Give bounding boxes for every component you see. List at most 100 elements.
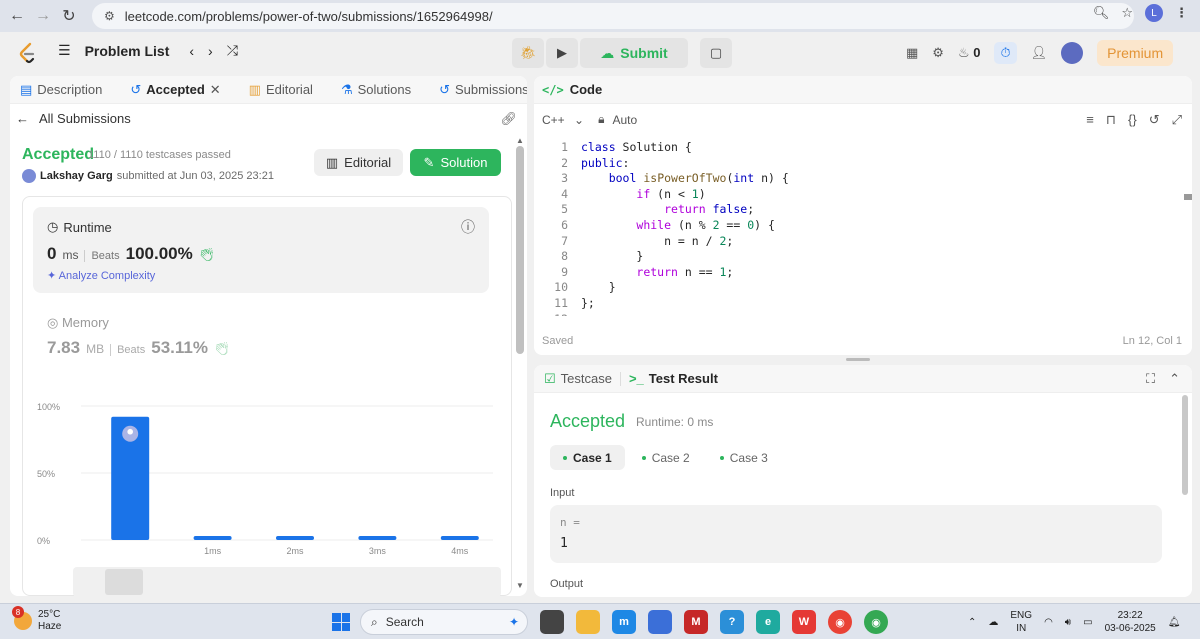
- x-tick-label: 1ms: [204, 546, 222, 556]
- runtime-card[interactable]: ◷ Runtime ⓘ 0 ms Beats 100.00% 👏︎ ✦ Anal…: [33, 207, 489, 293]
- address-bar[interactable]: ⚙ leetcode.com/problems/power-of-two/sub…: [92, 3, 1134, 29]
- battery-icon[interactable]: ▭: [1083, 617, 1092, 628]
- cloud-icon[interactable]: ☁: [988, 617, 998, 628]
- case-tab-3[interactable]: Case 3: [707, 445, 781, 470]
- code-line[interactable]: 8 }: [534, 249, 1174, 265]
- chart-scroll-handle[interactable]: [105, 569, 143, 595]
- notes-icon[interactable]: ▢: [700, 38, 732, 68]
- layout-icon[interactable]: ▦: [906, 45, 918, 61]
- flask-icon: ⚗: [340, 81, 353, 97]
- task-view-icon[interactable]: [540, 610, 564, 634]
- zoom-icon[interactable]: 🔍︎: [1093, 5, 1110, 21]
- windows-start-icon[interactable]: [332, 613, 350, 631]
- prev-problem-icon[interactable]: ‹: [189, 43, 194, 59]
- pass-dot: [641, 455, 646, 460]
- expand-icon[interactable]: ⛶: [1146, 371, 1155, 387]
- all-submissions-link[interactable]: ← All Submissions: [16, 111, 131, 126]
- bookmark-star-icon[interactable]: ☆: [1121, 5, 1133, 21]
- debug-icon[interactable]: 🐞︎: [512, 38, 544, 68]
- menu-dots-icon[interactable]: ⋮: [1175, 5, 1188, 21]
- link-icon[interactable]: 🔗︎: [500, 111, 517, 127]
- code-editor[interactable]: 1 class Solution {2 public: 3 bool isPowerO…: [534, 140, 1174, 316]
- memory-header[interactable]: ◎ Memory: [47, 315, 109, 331]
- language-indicator[interactable]: ENG IN: [1010, 609, 1032, 635]
- tab-testcase[interactable]: ☑ Testcase: [544, 371, 612, 387]
- shuffle-icon[interactable]: ⤮: [227, 42, 238, 59]
- close-icon[interactable]: ✕: [210, 82, 221, 98]
- language-select[interactable]: C++ ⌄: [542, 113, 584, 127]
- case-tab-1[interactable]: Case 1: [550, 445, 625, 470]
- user-avatar[interactable]: [1061, 42, 1084, 64]
- editorial-button[interactable]: ▥ Editorial: [314, 149, 403, 176]
- streak-counter[interactable]: ♨ 0: [958, 45, 981, 61]
- run-icon[interactable]: ▶: [546, 38, 578, 68]
- tab-label: Submissions: [454, 82, 527, 97]
- code-line[interactable]: 1 class Solution {: [534, 140, 1174, 156]
- premium-button[interactable]: Premium: [1097, 40, 1174, 66]
- code-line[interactable]: 11};: [534, 296, 1174, 312]
- code-line[interactable]: 6 while (n % 2 == 0) {: [534, 218, 1174, 234]
- next-problem-icon[interactable]: ›: [208, 43, 213, 59]
- chevron-up-icon[interactable]: ⌃: [1169, 371, 1180, 387]
- bookmark-icon[interactable]: ⊓: [1106, 112, 1116, 128]
- wps-icon[interactable]: W: [792, 610, 816, 634]
- profile-avatar[interactable]: L: [1145, 4, 1163, 22]
- fullscreen-icon[interactable]: ⤢: [1172, 112, 1182, 128]
- panel-splitter[interactable]: [846, 358, 870, 361]
- code-line[interactable]: 3 bool isPowerOfTwo(int n) {: [534, 171, 1174, 187]
- chrome-icon[interactable]: ◉: [828, 610, 852, 634]
- timer-icon[interactable]: ⏱: [994, 42, 1017, 64]
- solution-button[interactable]: ✎ Solution: [410, 149, 501, 176]
- problem-list-icon[interactable]: ☰: [58, 42, 71, 59]
- site-settings-icon[interactable]: ⚙: [104, 9, 115, 23]
- tab-solutions[interactable]: ⚗ Solutions: [341, 82, 411, 98]
- problem-list-link[interactable]: Problem List: [85, 43, 170, 59]
- scroll-up-icon[interactable]: ▲: [516, 136, 524, 145]
- chevron-up-icon[interactable]: ⌃: [968, 617, 976, 628]
- mcafee-icon[interactable]: M: [684, 610, 708, 634]
- code-line[interactable]: 9 return n == 1;: [534, 265, 1174, 281]
- format-icon[interactable]: ≡: [1086, 112, 1094, 128]
- code-line[interactable]: 10 }: [534, 280, 1174, 296]
- tab-editorial[interactable]: ▥ Editorial: [249, 82, 313, 98]
- store-icon[interactable]: [648, 610, 672, 634]
- back-icon[interactable]: ←: [4, 3, 30, 29]
- leetcode-logo-icon[interactable]: [18, 42, 38, 64]
- reload-icon[interactable]: ↻: [56, 3, 82, 29]
- file-explorer-icon[interactable]: [576, 610, 600, 634]
- forward-icon[interactable]: →: [30, 3, 56, 29]
- test-scrollbar[interactable]: [1182, 395, 1188, 495]
- clock[interactable]: 23:22 03-06-2025: [1105, 609, 1156, 635]
- notification-bell-icon[interactable]: 🔔︎: [1168, 617, 1181, 628]
- mode-label[interactable]: Auto: [612, 113, 637, 127]
- add-friend-icon[interactable]: 👤︎: [1031, 45, 1048, 61]
- tab-test-result[interactable]: >_ Test Result: [629, 371, 718, 386]
- myntra-icon[interactable]: m: [612, 610, 636, 634]
- code-line[interactable]: 7 n = n / 2;: [534, 234, 1174, 250]
- code-line[interactable]: 2 public:: [534, 156, 1174, 172]
- code-line[interactable]: 4 if (n < 1): [534, 187, 1174, 203]
- settings-gear-icon[interactable]: ⚙: [932, 45, 944, 61]
- weather-widget[interactable]: 8 25°C Haze: [12, 606, 61, 633]
- tab-description[interactable]: ▤ Description: [20, 82, 102, 98]
- braces-icon[interactable]: {}: [1128, 112, 1137, 128]
- tab-submissions[interactable]: ↺ Submissions: [439, 82, 527, 98]
- submitter-name[interactable]: Lakshay Garg: [40, 170, 113, 182]
- submit-button[interactable]: ☁ Submit: [580, 38, 688, 68]
- scroll-down-icon[interactable]: ▼: [516, 581, 524, 590]
- code-scrollbar[interactable]: [1184, 194, 1192, 200]
- info-icon[interactable]: ⓘ: [461, 217, 475, 237]
- case-tab-2[interactable]: Case 2: [629, 445, 703, 470]
- panel-scrollbar[interactable]: [516, 146, 524, 354]
- volume-icon[interactable]: 🔊︎: [1065, 617, 1071, 628]
- analyze-complexity-link[interactable]: ✦ Analyze Complexity: [47, 269, 155, 282]
- chrome-profile-icon[interactable]: ◉: [864, 610, 888, 634]
- taskbar-search[interactable]: ⌕ Search ✦: [360, 609, 528, 635]
- wifi-icon[interactable]: ◠: [1044, 617, 1053, 628]
- edge-icon[interactable]: e: [756, 610, 780, 634]
- tab-accepted[interactable]: ↺ Accepted ✕: [130, 82, 220, 98]
- app-icon[interactable]: ?: [720, 610, 744, 634]
- reset-icon[interactable]: ↺: [1149, 112, 1160, 128]
- code-line[interactable]: 5 return false;: [534, 202, 1174, 218]
- code-line[interactable]: 12: [534, 312, 1174, 316]
